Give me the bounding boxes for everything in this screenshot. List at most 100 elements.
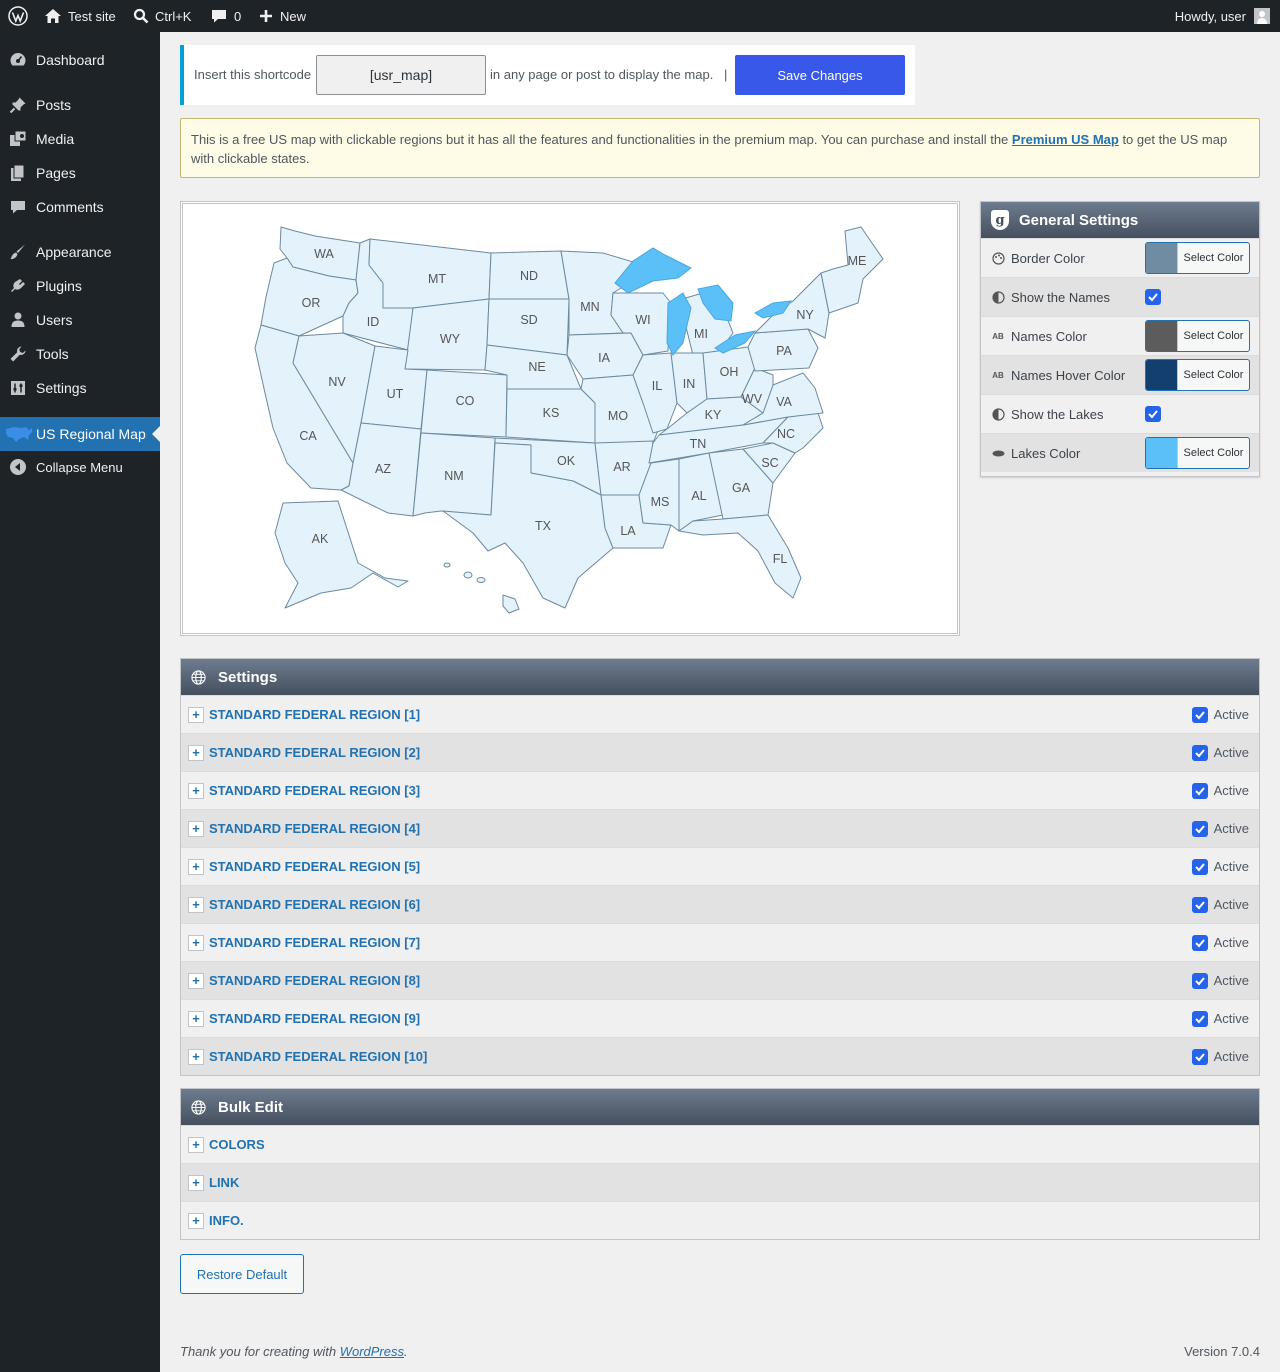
region-title[interactable]: STANDARD FEDERAL REGION [2] (209, 745, 420, 760)
sidebar-item-pages[interactable]: Pages (0, 156, 160, 190)
active-checkbox[interactable] (1191, 896, 1208, 913)
region-row[interactable]: + STANDARD FEDERAL REGION [8] Active (181, 961, 1259, 999)
region-active-toggle[interactable]: Active (1191, 972, 1249, 989)
region-title[interactable]: STANDARD FEDERAL REGION [3] (209, 783, 420, 798)
lakes-color-picker[interactable]: Select Color (1145, 437, 1250, 469)
avatar (1254, 8, 1270, 24)
expand-icon[interactable]: + (188, 935, 204, 951)
sidebar-item-appearance[interactable]: Appearance (0, 235, 160, 269)
bulk-edit-row[interactable]: + INFO. (181, 1201, 1259, 1239)
sidebar-item-posts[interactable]: Posts (0, 88, 160, 122)
region-active-toggle[interactable]: Active (1191, 1048, 1249, 1065)
sidebar-item-dashboard[interactable]: Dashboard (0, 43, 160, 77)
region-active-toggle[interactable]: Active (1191, 858, 1249, 875)
sidebar-item-users[interactable]: Users (0, 303, 160, 337)
region-title[interactable]: STANDARD FEDERAL REGION [7] (209, 935, 420, 950)
active-label: Active (1213, 935, 1249, 950)
border-color-picker[interactable]: Select Color (1145, 242, 1250, 274)
names-color-picker[interactable]: Select Color (1145, 320, 1250, 352)
region-row[interactable]: + STANDARD FEDERAL REGION [1] Active (181, 695, 1259, 733)
bulk-edit-row[interactable]: + LINK (181, 1163, 1259, 1201)
expand-icon[interactable]: + (188, 783, 204, 799)
search-shortcut[interactable]: Ctrl+K (133, 0, 191, 32)
active-checkbox[interactable] (1191, 782, 1208, 799)
sidebar-item-comments[interactable]: Comments (0, 190, 160, 224)
expand-icon[interactable]: + (188, 745, 204, 761)
region-active-toggle[interactable]: Active (1191, 820, 1249, 837)
expand-icon[interactable]: + (188, 707, 204, 723)
region-active-toggle[interactable]: Active (1191, 782, 1249, 799)
region-active-toggle[interactable]: Active (1191, 744, 1249, 761)
save-changes-button[interactable]: Save Changes (735, 55, 905, 95)
region-row[interactable]: + STANDARD FEDERAL REGION [7] Active (181, 923, 1259, 961)
active-checkbox[interactable] (1191, 972, 1208, 989)
active-checkbox[interactable] (1191, 744, 1208, 761)
state-label-ut: UT (387, 387, 404, 401)
active-checkbox[interactable] (1191, 858, 1208, 875)
active-checkbox[interactable] (1191, 706, 1208, 723)
search-icon (133, 8, 149, 24)
expand-icon[interactable]: + (188, 897, 204, 913)
region-active-toggle[interactable]: Active (1191, 934, 1249, 951)
restore-default-button[interactable]: Restore Default (180, 1254, 304, 1294)
state-label-ne: NE (528, 360, 545, 374)
show-lakes-row: Show the Lakes (981, 394, 1259, 433)
collapse-menu-button[interactable]: Collapse Menu (0, 450, 160, 484)
names-hover-color-picker[interactable]: Select Color (1145, 359, 1250, 391)
site-name-link[interactable]: Test site (44, 0, 116, 32)
region-title[interactable]: STANDARD FEDERAL REGION [8] (209, 973, 420, 988)
expand-icon[interactable]: + (188, 1137, 204, 1153)
region-row[interactable]: + STANDARD FEDERAL REGION [4] Active (181, 809, 1259, 847)
comments-link[interactable]: 0 (210, 0, 241, 32)
region-row[interactable]: + STANDARD FEDERAL REGION [6] Active (181, 885, 1259, 923)
user-account-link[interactable]: Howdy, user (1175, 0, 1270, 32)
sidebar-item-us-regional-map[interactable]: US Regional Map (0, 417, 160, 451)
region-row[interactable]: + STANDARD FEDERAL REGION [5] Active (181, 847, 1259, 885)
expand-icon[interactable]: + (188, 859, 204, 875)
bulk-edit-title[interactable]: COLORS (209, 1137, 265, 1152)
expand-icon[interactable]: + (188, 1049, 204, 1065)
bulk-edit-title[interactable]: INFO. (209, 1213, 244, 1228)
sidebar-item-plugins[interactable]: Plugins (0, 269, 160, 303)
show-lakes-checkbox[interactable] (1145, 406, 1161, 422)
bulk-edit-title[interactable]: LINK (209, 1175, 239, 1190)
sidebar-item-settings[interactable]: Settings (0, 371, 160, 405)
region-active-toggle[interactable]: Active (1191, 706, 1249, 723)
show-names-checkbox[interactable] (1145, 289, 1161, 305)
expand-icon[interactable]: + (188, 973, 204, 989)
active-checkbox[interactable] (1191, 1048, 1208, 1065)
expand-icon[interactable]: + (188, 821, 204, 837)
state-label-az: AZ (375, 462, 391, 476)
region-title[interactable]: STANDARD FEDERAL REGION [5] (209, 859, 420, 874)
active-checkbox[interactable] (1191, 820, 1208, 837)
region-title[interactable]: STANDARD FEDERAL REGION [10] (209, 1049, 427, 1064)
region-row[interactable]: + STANDARD FEDERAL REGION [3] Active (181, 771, 1259, 809)
active-checkbox[interactable] (1191, 1010, 1208, 1027)
wordpress-logo-icon[interactable] (8, 0, 28, 32)
premium-map-link[interactable]: Premium US Map (1012, 132, 1119, 147)
sidebar-item-tools[interactable]: Tools (0, 337, 160, 371)
shortcode-input[interactable] (316, 55, 486, 95)
state-label-ia: IA (598, 351, 610, 365)
state-label-ny: NY (796, 308, 814, 322)
region-title[interactable]: STANDARD FEDERAL REGION [9] (209, 1011, 420, 1026)
wordpress-link[interactable]: WordPress (340, 1344, 404, 1359)
active-checkbox[interactable] (1191, 934, 1208, 951)
bulk-edit-row[interactable]: + COLORS (181, 1125, 1259, 1163)
expand-icon[interactable]: + (188, 1011, 204, 1027)
region-row[interactable]: + STANDARD FEDERAL REGION [10] Active (181, 1037, 1259, 1075)
region-row[interactable]: + STANDARD FEDERAL REGION [9] Active (181, 999, 1259, 1037)
expand-icon[interactable]: + (188, 1213, 204, 1229)
expand-icon[interactable]: + (188, 1175, 204, 1191)
region-active-toggle[interactable]: Active (1191, 1010, 1249, 1027)
state-new-england (820, 226, 884, 314)
region-active-toggle[interactable]: Active (1191, 896, 1249, 913)
region-row[interactable]: + STANDARD FEDERAL REGION [2] Active (181, 733, 1259, 771)
sidebar-item-media[interactable]: Media (0, 122, 160, 156)
region-title[interactable]: STANDARD FEDERAL REGION [4] (209, 821, 420, 836)
us-map[interactable]: WA OR CA ID NV MT WY UT AZ CO NM ND SD NE KS OK TX MN IA MO… (183, 204, 957, 633)
state-hi-island-3 (443, 562, 451, 568)
region-title[interactable]: STANDARD FEDERAL REGION [1] (209, 707, 420, 722)
region-title[interactable]: STANDARD FEDERAL REGION [6] (209, 897, 420, 912)
new-content-link[interactable]: New (258, 0, 306, 32)
